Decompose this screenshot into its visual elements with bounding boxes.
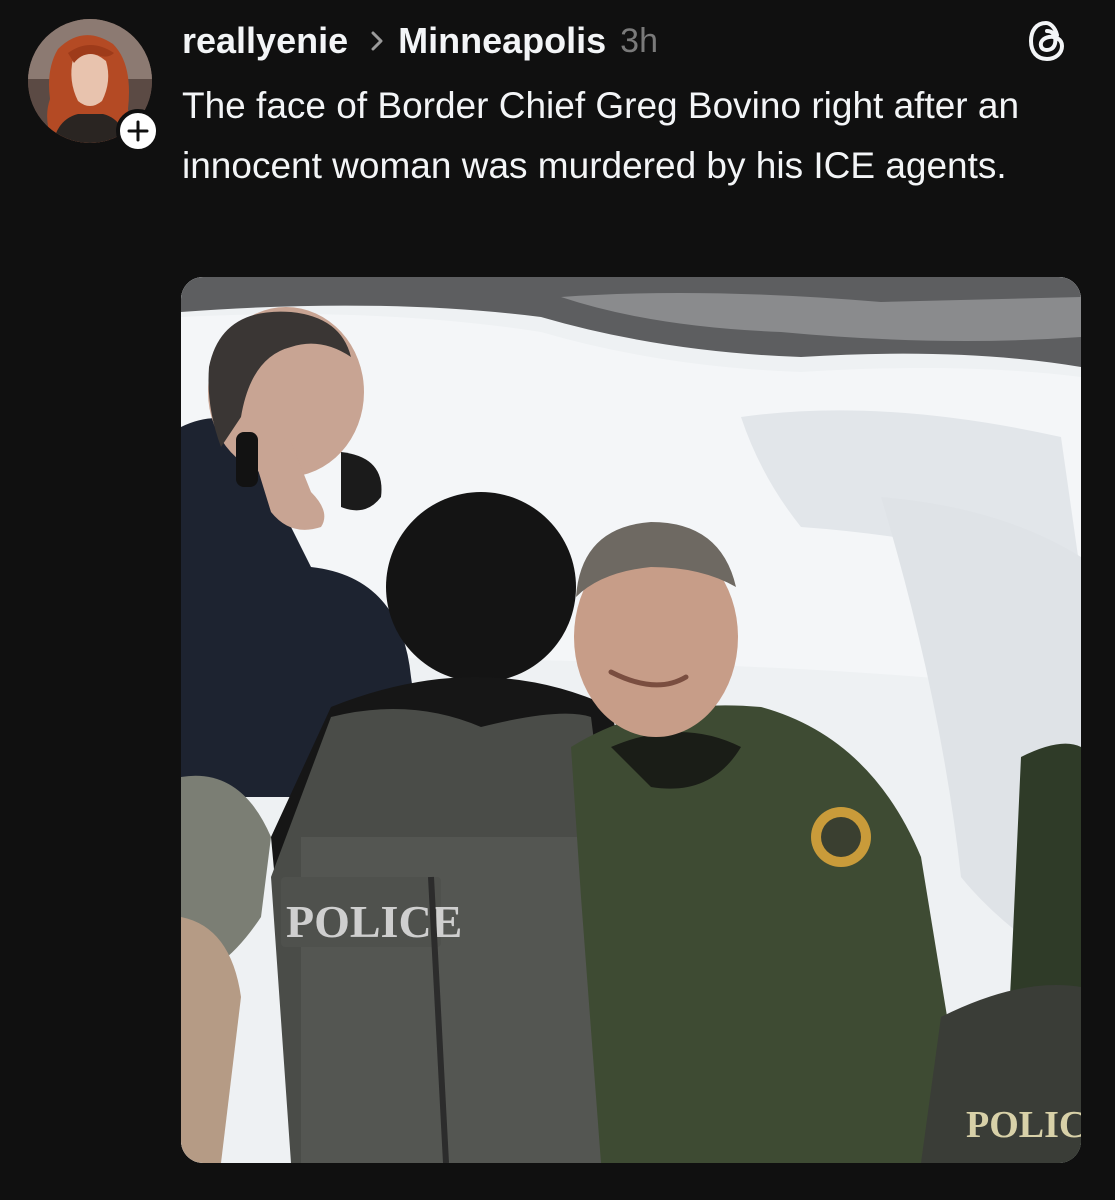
post-image[interactable]: POLICE POLICE bbox=[181, 277, 1081, 1163]
post-header: reallyenie Minneapolis 3h bbox=[182, 16, 658, 66]
author-avatar-container[interactable] bbox=[28, 19, 160, 153]
author-username[interactable]: reallyenie bbox=[182, 20, 348, 62]
plus-icon bbox=[127, 120, 149, 142]
follow-button[interactable] bbox=[116, 109, 160, 153]
chevron-right-icon bbox=[370, 30, 384, 52]
post-timestamp: 3h bbox=[620, 21, 658, 60]
post-body-text: The face of Border Chief Greg Bovino rig… bbox=[182, 85, 1020, 186]
threads-logo-icon[interactable] bbox=[1024, 18, 1070, 64]
vest-patch-text-right: POLICE bbox=[966, 1104, 1081, 1146]
photo-border-officials-in-snow: POLICE POLICE bbox=[181, 277, 1081, 1163]
community-link[interactable]: Minneapolis bbox=[398, 20, 606, 62]
